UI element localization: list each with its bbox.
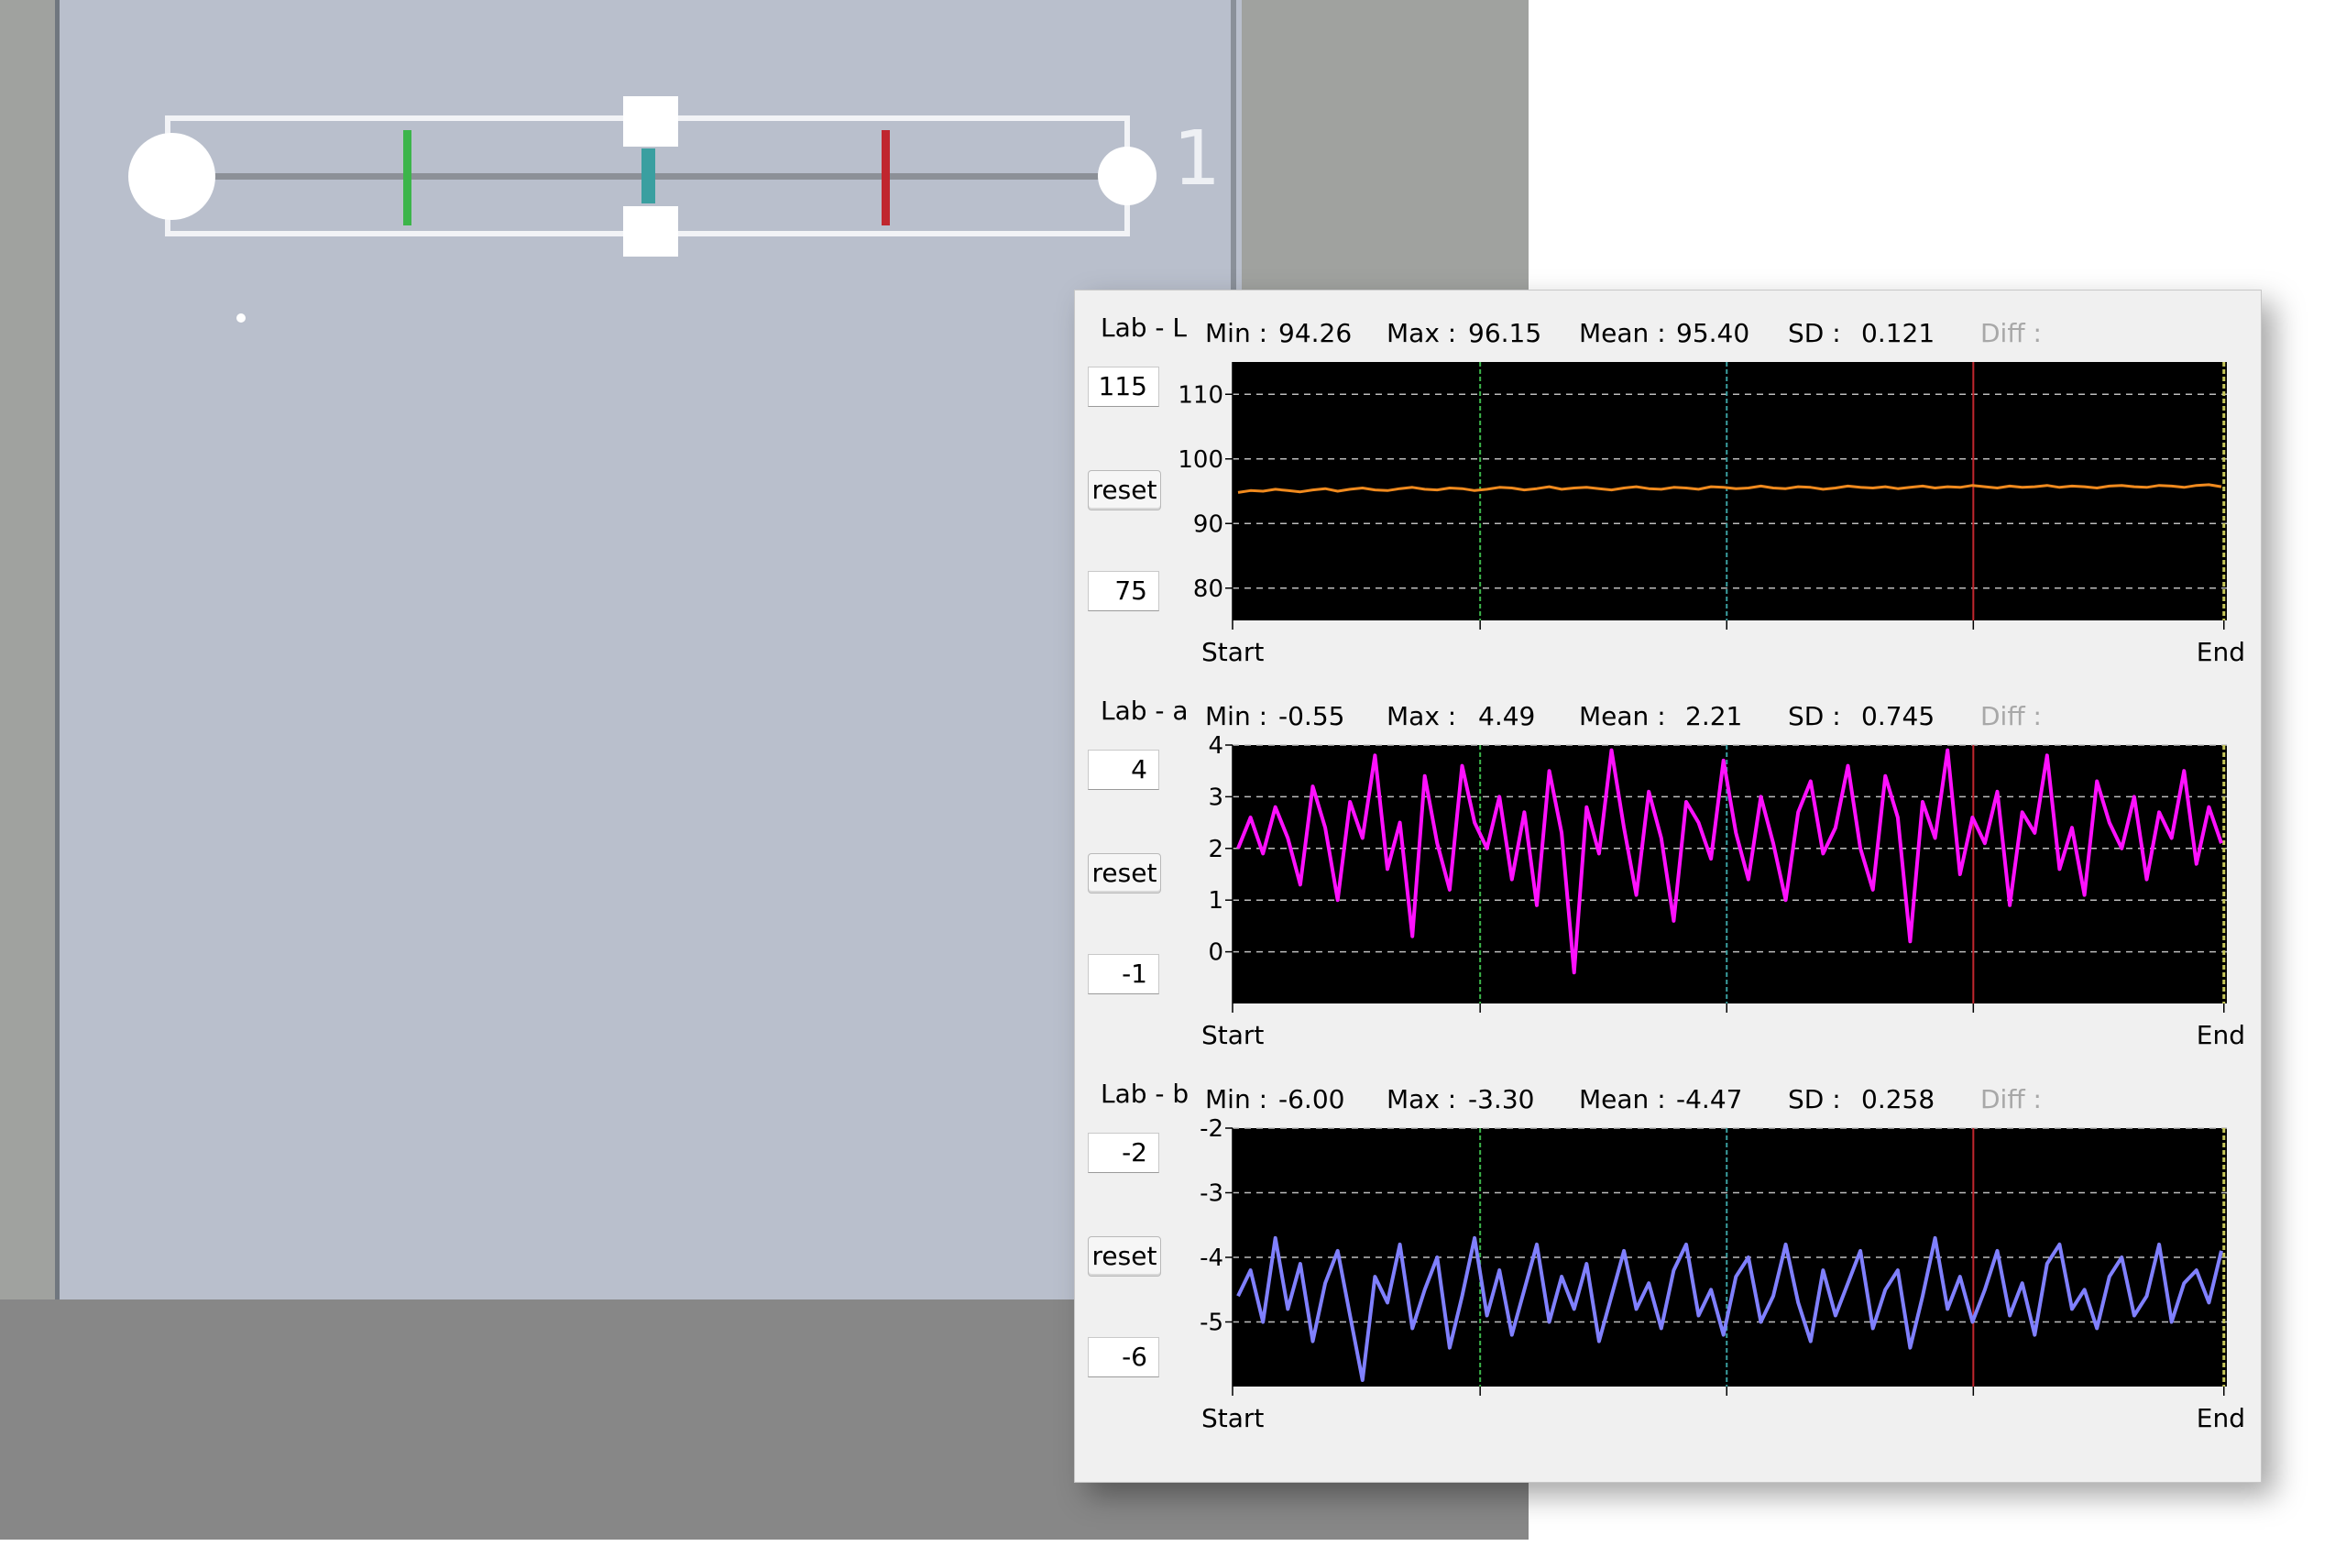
chart-a: 4 3 2 1 0 Start End — [1201, 732, 2245, 1050]
slider-value-label: 1 — [1173, 115, 1222, 203]
y-tick-label: -3 — [1200, 1180, 1223, 1208]
slider-handle-start[interactable] — [128, 133, 215, 220]
slider-handle-end[interactable] — [1098, 147, 1157, 205]
image-speck — [236, 313, 246, 323]
y-tick-label: -5 — [1200, 1310, 1223, 1337]
slider-marker-green[interactable] — [403, 130, 411, 225]
y-tick-label: 0 — [1208, 939, 1223, 967]
x-label-start: Start — [1201, 637, 1264, 667]
slider-thumb-top[interactable] — [623, 96, 678, 147]
y-tick-label: -2 — [1200, 1115, 1223, 1143]
slider-marker-red[interactable] — [882, 130, 890, 225]
y-tick-label: 110 — [1178, 381, 1223, 409]
y-tick-label: 80 — [1193, 576, 1223, 603]
y-tick-label: 2 — [1208, 836, 1223, 863]
x-label-start: Start — [1201, 1020, 1264, 1050]
y-tick-label: 4 — [1208, 732, 1223, 760]
x-label-end: End — [2197, 1020, 2245, 1050]
x-label-end: End — [2197, 1403, 2245, 1433]
y-tick-label: 90 — [1193, 510, 1223, 538]
y-tick-label: 1 — [1208, 887, 1223, 915]
y-tick-label: 100 — [1178, 446, 1223, 474]
x-label-end: End — [2197, 637, 2245, 667]
slider-track[interactable] — [211, 173, 1113, 180]
y-tick-label: -4 — [1200, 1245, 1223, 1272]
slider-marker-teal[interactable] — [641, 148, 655, 203]
slider-thumb-bottom[interactable] — [623, 206, 678, 257]
x-label-start: Start — [1201, 1403, 1264, 1433]
lab-plot-window: Lab - L Min : 94.26 Max : 96.15 Mean : 9… — [1074, 290, 2262, 1483]
y-tick-label: 3 — [1208, 784, 1223, 811]
chart-b: -2 -3 -4 -5 Start End — [1200, 1115, 2245, 1433]
plot-area — [1233, 745, 2227, 1003]
chart-L: 110 100 90 80 Start End — [1178, 362, 2245, 667]
